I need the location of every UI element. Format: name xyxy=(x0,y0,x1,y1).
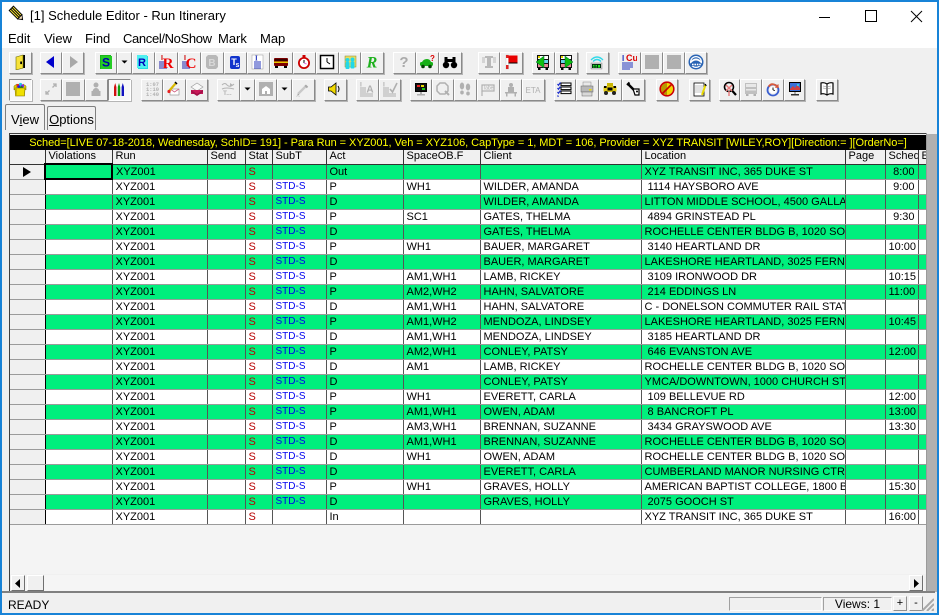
svg-text:label: label xyxy=(484,86,495,92)
svg-text:T...: T... xyxy=(223,90,232,97)
svg-text:ETA: ETA xyxy=(526,86,541,95)
svg-text:R: R xyxy=(366,55,378,71)
svg-text:C: C xyxy=(186,56,197,70)
svg-text:B: B xyxy=(208,58,215,69)
svg-text:...: ... xyxy=(296,93,300,98)
svg-text:I: I xyxy=(622,54,624,63)
svg-text:?: ? xyxy=(399,54,408,70)
svg-text:Cu: Cu xyxy=(626,54,637,63)
svg-text:A: A xyxy=(366,85,373,96)
svg-text:R: R xyxy=(138,57,146,69)
svg-text:1:40: 1:40 xyxy=(146,92,159,97)
svg-text:I: I xyxy=(360,82,362,89)
svg-text:s: s xyxy=(236,62,240,69)
svg-text:R: R xyxy=(163,56,174,70)
svg-text:S: S xyxy=(102,56,110,70)
svg-text:I: I xyxy=(383,82,385,89)
svg-text:I: I xyxy=(255,55,258,63)
